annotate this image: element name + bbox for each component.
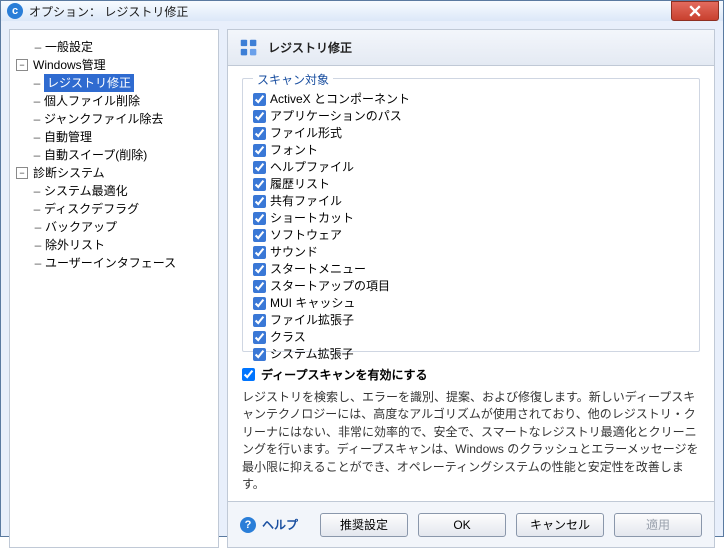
scan-item-checkbox[interactable]	[253, 127, 266, 140]
close-icon	[689, 5, 701, 17]
main-panel: レジストリ修正 スキャン対象 ActiveX とコンポーネントアプリケーションの…	[227, 29, 715, 548]
scan-item: クラス	[253, 329, 689, 346]
help-icon: ?	[240, 517, 256, 533]
recommended-button[interactable]: 推奨設定	[320, 513, 408, 537]
scan-item-checkbox[interactable]	[253, 178, 266, 191]
tree-collapse-icon[interactable]: −	[16, 59, 28, 71]
scan-item-checkbox[interactable]	[253, 144, 266, 157]
tree-expander-empty	[16, 41, 28, 53]
scan-item: ソフトウェア	[253, 227, 689, 244]
scan-item: アプリケーションのパス	[253, 108, 689, 125]
scan-item-label: 共有ファイル	[270, 193, 342, 210]
help-link[interactable]: ? ヘルプ	[240, 516, 298, 533]
scan-item-checkbox[interactable]	[253, 263, 266, 276]
scan-item-label: アプリケーションのパス	[270, 108, 402, 125]
scan-item-checkbox[interactable]	[253, 297, 266, 310]
scan-item-checkbox[interactable]	[253, 110, 266, 123]
deepscan-description: レジストリを検索し、エラーを識別、提案、および修復します。新しいディープスキャン…	[242, 389, 700, 493]
scan-item: フォント	[253, 142, 689, 159]
scan-item: システム拡張子	[253, 346, 689, 363]
scan-item: ショートカット	[253, 210, 689, 227]
panel-title: レジストリ修正	[268, 39, 352, 56]
panel-header: レジストリ修正	[228, 30, 714, 66]
nav-tree: – 一般設定 − Windows管理 –レジストリ修正 –個人ファイル削除 –ジ…	[14, 38, 214, 272]
titlebar: c オプション： レジストリ修正	[1, 1, 723, 21]
tree-collapse-icon[interactable]: −	[16, 167, 28, 179]
scan-item-label: ヘルプファイル	[270, 159, 354, 176]
tree-item-personal-file-delete[interactable]: –個人ファイル削除	[30, 92, 214, 110]
tree-item-user-interface[interactable]: –ユーザーインタフェース	[14, 254, 214, 272]
scan-item: ActiveX とコンポーネント	[253, 91, 689, 108]
tree-item-diagnostic[interactable]: − 診断システム	[14, 164, 214, 182]
apply-button[interactable]: 適用	[614, 513, 702, 537]
scan-item: スタートメニュー	[253, 261, 689, 278]
scan-item-checkbox[interactable]	[253, 331, 266, 344]
scan-item-checkbox[interactable]	[253, 229, 266, 242]
scan-item: スタートアップの項目	[253, 278, 689, 295]
scan-item-checkbox[interactable]	[253, 161, 266, 174]
deepscan-section: ディープスキャンを有効にする レジストリを検索し、エラーを識別、提案、および修復…	[242, 366, 700, 493]
body: – 一般設定 − Windows管理 –レジストリ修正 –個人ファイル削除 –ジ…	[1, 21, 723, 556]
tree-item-backup[interactable]: –バックアップ	[14, 218, 214, 236]
scan-item-checkbox[interactable]	[253, 348, 266, 361]
scan-item: サウンド	[253, 244, 689, 261]
scan-target-group: スキャン対象 ActiveX とコンポーネントアプリケーションのパスファイル形式…	[242, 78, 700, 352]
scan-item-label: サウンド	[270, 244, 318, 261]
registry-icon	[238, 37, 260, 59]
scan-item-label: フォント	[270, 142, 318, 159]
scan-item: 共有ファイル	[253, 193, 689, 210]
scan-item: 履歴リスト	[253, 176, 689, 193]
scan-item-label: MUI キャッシュ	[270, 295, 355, 312]
window-title: オプション： レジストリ修正	[29, 3, 671, 20]
scan-item: ファイル形式	[253, 125, 689, 142]
sidebar: – 一般設定 − Windows管理 –レジストリ修正 –個人ファイル削除 –ジ…	[9, 29, 219, 548]
scan-item-checkbox[interactable]	[253, 212, 266, 225]
options-window: c オプション： レジストリ修正 – 一般設定 − Windows管理	[0, 0, 724, 537]
scan-item-checkbox[interactable]	[253, 314, 266, 327]
scan-item-label: スタートメニュー	[270, 261, 366, 278]
close-button[interactable]	[671, 1, 719, 21]
deepscan-checkbox[interactable]	[242, 368, 255, 381]
tree-item-disk-defrag[interactable]: –ディスクデフラグ	[30, 200, 214, 218]
tree-item-windows-mgmt[interactable]: − Windows管理	[14, 56, 214, 74]
scan-target-legend: スキャン対象	[253, 71, 333, 88]
scan-item-label: ActiveX とコンポーネント	[270, 91, 410, 108]
tree-item-registry-fix[interactable]: –レジストリ修正	[30, 74, 214, 92]
app-icon: c	[7, 3, 23, 19]
scan-item: ファイル拡張子	[253, 312, 689, 329]
scan-item: MUI キャッシュ	[253, 295, 689, 312]
scan-item-label: 履歴リスト	[270, 176, 330, 193]
cancel-button[interactable]: キャンセル	[516, 513, 604, 537]
scan-item-label: ファイル拡張子	[270, 312, 354, 329]
scan-item-label: ショートカット	[270, 210, 354, 227]
tree-item-system-optimize[interactable]: –システム最適化	[30, 182, 214, 200]
scan-item-label: システム拡張子	[270, 346, 354, 363]
scan-item-checkbox[interactable]	[253, 195, 266, 208]
ok-button[interactable]: OK	[418, 513, 506, 537]
tree-item-auto-mgmt[interactable]: –自動管理	[30, 128, 214, 146]
scan-item-checkbox[interactable]	[253, 246, 266, 259]
scan-item-label: スタートアップの項目	[270, 278, 390, 295]
tree-item-exclude-list[interactable]: –除外リスト	[14, 236, 214, 254]
footer: ? ヘルプ 推奨設定 OK キャンセル 適用	[228, 501, 714, 547]
deepscan-label: ディープスキャンを有効にする	[261, 366, 428, 383]
tree-item-junk-file-removal[interactable]: –ジャンクファイル除去	[30, 110, 214, 128]
panel-body: スキャン対象 ActiveX とコンポーネントアプリケーションのパスファイル形式…	[228, 66, 714, 501]
tree-item-auto-sweep[interactable]: –自動スイープ(削除)	[30, 146, 214, 164]
tree-item-general[interactable]: – 一般設定	[14, 38, 214, 56]
scan-item-checkbox[interactable]	[253, 93, 266, 106]
scan-item-checkbox[interactable]	[253, 280, 266, 293]
scan-item-label: ソフトウェア	[270, 227, 342, 244]
scan-target-list: ActiveX とコンポーネントアプリケーションのパスファイル形式フォントヘルプ…	[253, 91, 689, 341]
scan-item: ヘルプファイル	[253, 159, 689, 176]
scan-item-label: クラス	[270, 329, 306, 346]
scan-item-label: ファイル形式	[270, 125, 342, 142]
